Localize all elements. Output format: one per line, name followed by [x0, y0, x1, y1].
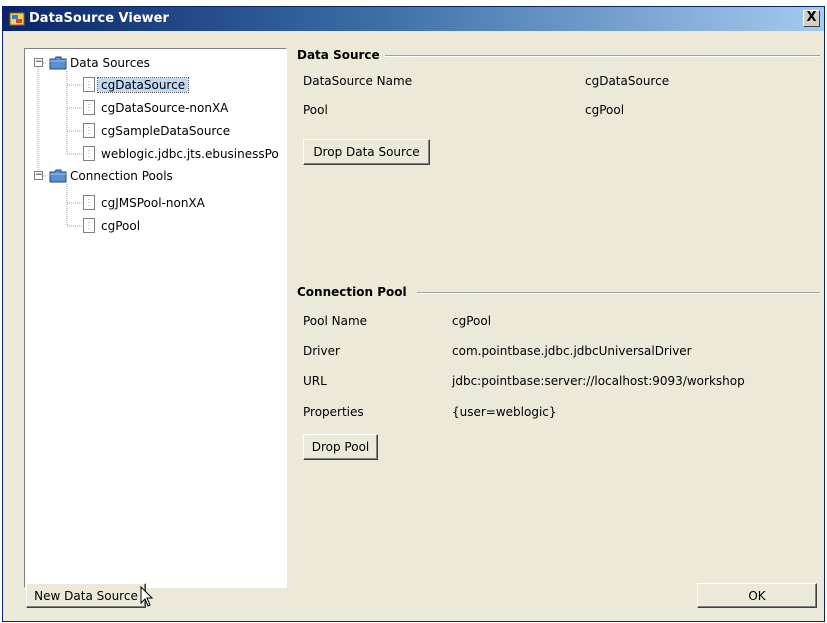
- datasource-doc-icon: [83, 77, 95, 95]
- tree-item-label: cgPool: [101, 219, 141, 233]
- tree-group-label[interactable]: Data Sources: [67, 54, 153, 72]
- datasource-doc-icon: [83, 100, 95, 118]
- title-bar[interactable]: DataSource Viewer X: [3, 7, 824, 31]
- drop-pool-button[interactable]: Drop Pool: [303, 434, 378, 460]
- folder-icon: [49, 169, 67, 186]
- pool-field-label: Driver: [303, 344, 340, 358]
- tree-item[interactable]: cgJMSPool-nonXA: [98, 194, 208, 212]
- mouse-cursor-icon: [140, 586, 154, 607]
- pool-field-label: Properties: [303, 405, 364, 419]
- close-button[interactable]: X: [803, 10, 820, 27]
- window-title: DataSource Viewer: [29, 11, 169, 26]
- pool-value: cgPool: [585, 103, 625, 117]
- tree-item[interactable]: cgDataSource-nonXA: [98, 99, 231, 117]
- datasource-doc-icon: [83, 218, 95, 236]
- datasource-doc-icon: [83, 146, 95, 164]
- tree-item-label: cgDataSource: [96, 77, 190, 93]
- tree-group-label[interactable]: Connection Pools: [67, 167, 176, 185]
- pool-field-value: cgPool: [452, 314, 492, 328]
- pool-label: Pool: [303, 103, 328, 117]
- pool-field-label: URL: [303, 374, 327, 388]
- connection-pool-divider: [417, 292, 820, 294]
- datasource-tree[interactable]: − Data Sources cgDataSource cgDataSource-no…: [24, 48, 287, 588]
- tree-item[interactable]: cgSampleDataSource: [98, 122, 233, 140]
- pool-field-label: Pool Name: [303, 314, 368, 328]
- ok-button[interactable]: OK: [697, 583, 817, 608]
- tree-group-text: Data Sources: [70, 56, 150, 70]
- datasource-name-value: cgDataSource: [585, 74, 670, 88]
- app-icon: [9, 12, 25, 26]
- new-data-source-button[interactable]: New Data Source: [26, 583, 146, 608]
- tree-item-label: weblogic.jdbc.jts.ebusinessPo: [101, 147, 279, 161]
- tree-item[interactable]: cgDataSource: [96, 76, 190, 94]
- datasource-name-label: DataSource Name: [303, 74, 413, 88]
- tree-item-label: cgDataSource-nonXA: [101, 101, 229, 115]
- pool-field-value: jdbc:pointbase:server://localhost:9093/w…: [452, 374, 745, 388]
- datasource-viewer-window: DataSource Viewer X − Data Sources cgDataS…: [2, 6, 825, 622]
- pool-field-value: {user=weblogic}: [452, 405, 557, 419]
- tree-item[interactable]: cgPool: [98, 217, 143, 235]
- data-source-divider: [385, 55, 820, 57]
- tree-expander-icon[interactable]: −: [34, 171, 43, 180]
- tree-item[interactable]: weblogic.jdbc.jts.ebusinessPo: [98, 145, 282, 163]
- drop-data-source-button[interactable]: Drop Data Source: [303, 139, 430, 165]
- data-source-header: Data Source: [297, 48, 380, 62]
- tree-item-label: cgSampleDataSource: [101, 124, 231, 138]
- datasource-doc-icon: [83, 123, 95, 141]
- pool-field-value: com.pointbase.jdbc.jdbcUniversalDriver: [452, 344, 692, 358]
- datasource-doc-icon: [83, 195, 95, 213]
- tree-item-label: cgJMSPool-nonXA: [101, 196, 205, 210]
- tree-expander-icon[interactable]: −: [34, 58, 43, 67]
- connection-pool-header: Connection Pool: [297, 285, 407, 299]
- tree-group-text: Connection Pools: [70, 169, 173, 183]
- folder-icon: [49, 56, 67, 73]
